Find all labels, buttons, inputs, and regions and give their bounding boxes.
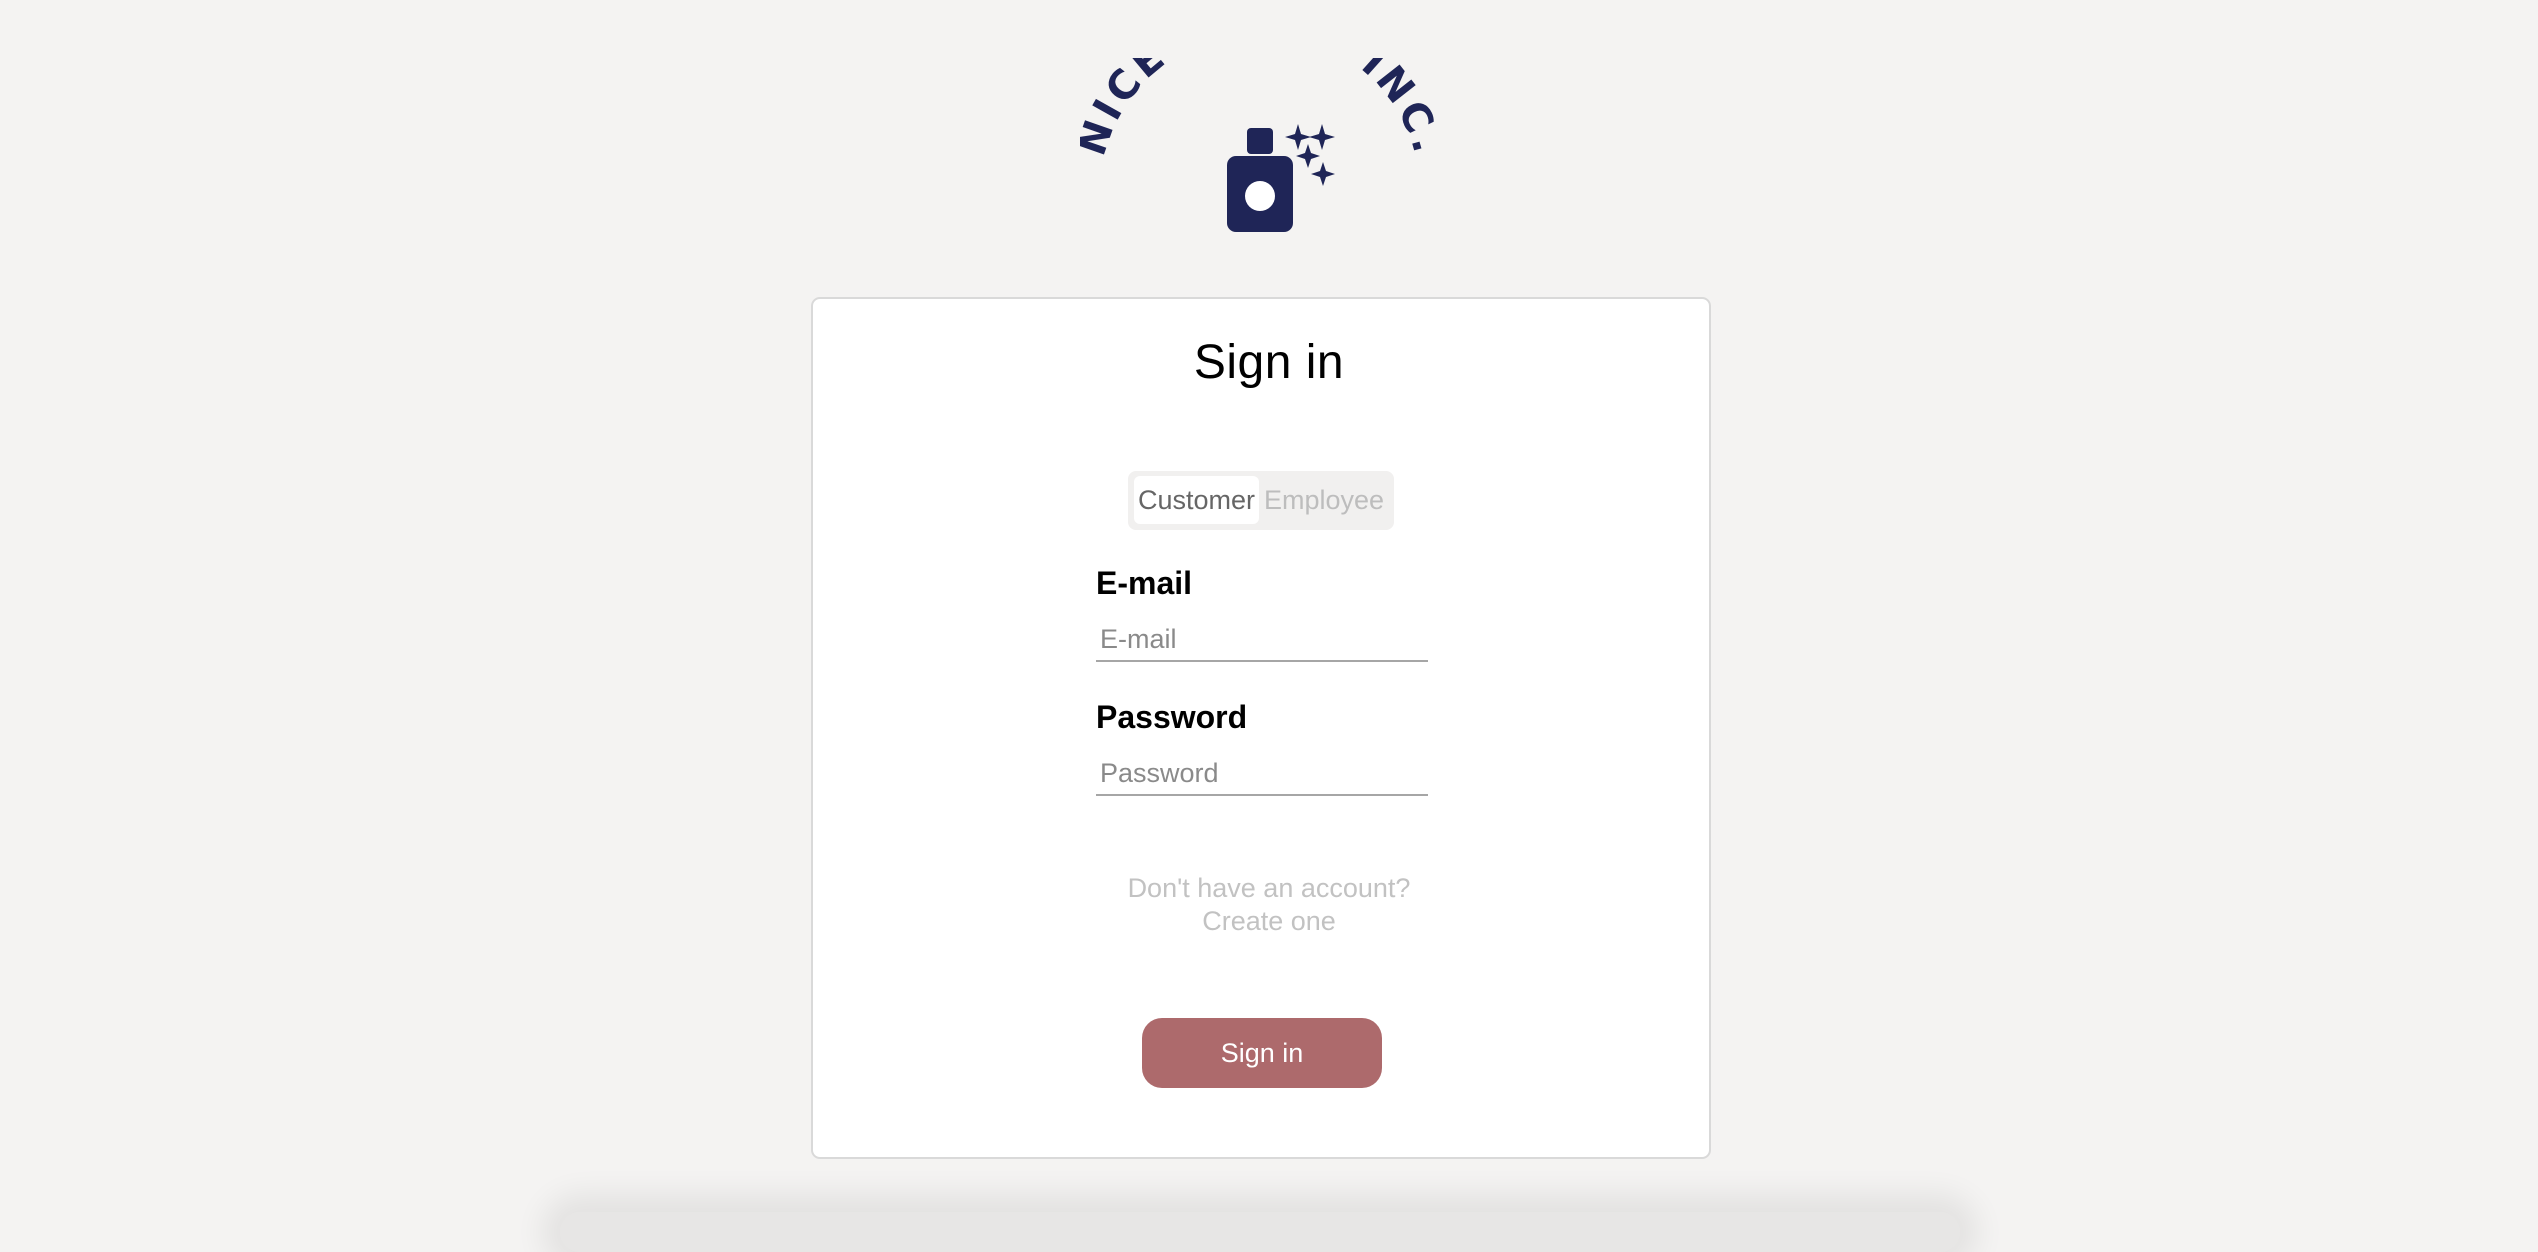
page-title: Sign in bbox=[1193, 336, 1345, 389]
email-field[interactable] bbox=[1096, 618, 1428, 662]
email-label: E-mail bbox=[1096, 565, 1193, 601]
sign-in-button[interactable]: Sign in bbox=[1142, 1018, 1382, 1088]
brand-logo: NICE CLEAN INC. bbox=[1080, 58, 1440, 248]
password-field[interactable] bbox=[1096, 752, 1428, 796]
toggle-customer[interactable]: Customer bbox=[1134, 476, 1259, 524]
password-label: Password bbox=[1096, 699, 1248, 735]
bottom-shadow bbox=[560, 1212, 1960, 1252]
toggle-employee[interactable]: Employee bbox=[1259, 476, 1389, 524]
account-prompt: Don't have an account? bbox=[1127, 873, 1411, 903]
create-one-link[interactable]: Create one bbox=[0, 905, 2538, 938]
role-toggle: Customer Employee bbox=[1128, 471, 1394, 530]
create-account-link[interactable]: Don't have an account? Create one bbox=[0, 872, 2538, 938]
nice-clean-logo-icon: NICE CLEAN INC. bbox=[1080, 58, 1440, 232]
